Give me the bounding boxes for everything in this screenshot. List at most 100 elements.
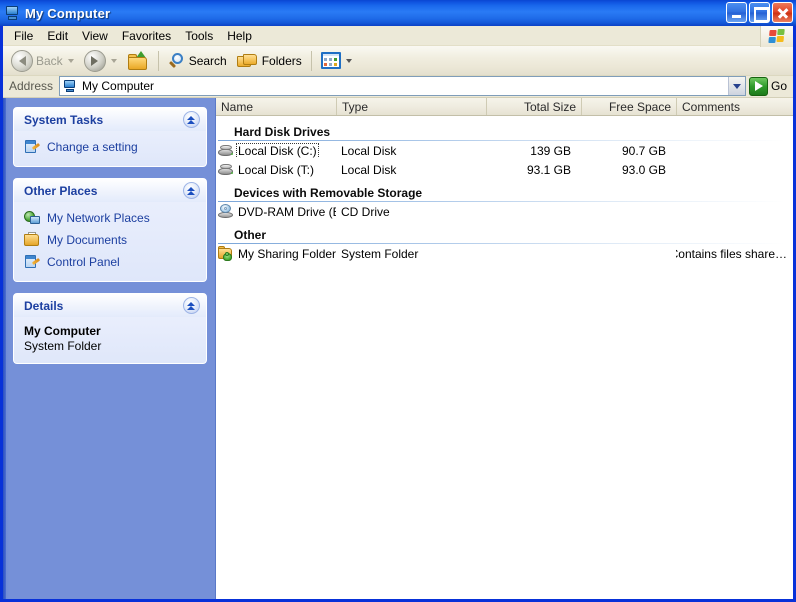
group-removable-storage: Devices with Removable Storage	[216, 186, 793, 202]
row-type: Local Disk	[341, 143, 397, 158]
panel-system-tasks-body: Change a setting	[14, 131, 206, 166]
row-type: CD Drive	[341, 204, 390, 219]
table-row[interactable]: DVD-RAM Drive (E:) CD Drive	[216, 202, 793, 221]
row-name-cell: My Sharing Folders	[216, 246, 336, 261]
title-bar: My Computer	[0, 0, 796, 26]
row-name: DVD-RAM Drive (E:)	[238, 204, 336, 219]
row-name: Local Disk (C:)	[236, 143, 319, 158]
address-bar: Address My Computer Go	[3, 76, 793, 98]
folders-button[interactable]: Folders	[232, 48, 307, 74]
group-hard-disk-drives-title: Hard Disk Drives	[234, 125, 331, 139]
toolbar: Back Search Folders	[3, 46, 793, 76]
toolbar-separator	[157, 50, 159, 71]
close-button[interactable]	[772, 2, 793, 23]
details-item-type: System Folder	[24, 339, 102, 353]
my-computer-icon	[63, 79, 78, 94]
control-panel-icon	[24, 254, 41, 270]
folders-icon	[236, 52, 259, 70]
link-my-network-places[interactable]: My Network Places	[24, 207, 200, 229]
column-header-free-space[interactable]: Free Space	[581, 98, 676, 115]
file-list-body: Hard Disk Drives Local Disk (C:) Local D…	[216, 116, 793, 599]
details-item-name: My Computer	[24, 324, 101, 338]
control-panel-icon	[24, 139, 41, 155]
menu-favorites[interactable]: Favorites	[115, 27, 178, 45]
go-button[interactable]: Go	[746, 76, 791, 96]
menu-file[interactable]: File	[7, 27, 40, 45]
cd-drive-icon	[218, 204, 234, 219]
address-label: Address	[9, 79, 54, 93]
address-input[interactable]: My Computer	[59, 76, 746, 96]
column-header-type[interactable]: Type	[336, 98, 486, 115]
row-total-size: 139 GB	[530, 143, 571, 158]
panel-other-places-body: My Network Places My Documents Control P…	[14, 202, 206, 281]
panel-system-tasks-header[interactable]: System Tasks	[14, 108, 206, 131]
panel-system-tasks-title: System Tasks	[24, 112, 104, 127]
menu-edit[interactable]: Edit	[40, 27, 75, 45]
back-arrow-icon	[11, 49, 33, 72]
row-name: My Sharing Folders	[238, 246, 336, 261]
column-header-name[interactable]: Name	[216, 98, 336, 115]
views-button[interactable]	[316, 48, 357, 74]
panel-details-header[interactable]: Details	[14, 294, 206, 317]
chevron-up-icon[interactable]	[183, 111, 200, 128]
panel-other-places: Other Places My Network Places My Docume…	[13, 178, 207, 282]
menu-help[interactable]: Help	[220, 27, 259, 45]
menu-bar: File Edit View Favorites Tools Help	[3, 26, 793, 47]
column-header-total-size[interactable]: Total Size	[486, 98, 581, 115]
panel-other-places-title: Other Places	[24, 183, 98, 198]
task-change-a-setting-label: Change a setting	[47, 140, 138, 154]
task-pane: System Tasks Change a setting Other Plac…	[3, 98, 216, 599]
shared-folder-icon	[218, 246, 234, 261]
window-client-area: File Edit View Favorites Tools Help Back	[0, 26, 796, 602]
minimize-button[interactable]	[726, 2, 747, 23]
group-other-title: Other	[234, 228, 267, 242]
row-type: System Folder	[341, 246, 419, 261]
link-my-network-places-label: My Network Places	[47, 211, 150, 225]
menu-tools[interactable]: Tools	[178, 27, 220, 45]
back-button[interactable]: Back	[6, 48, 79, 74]
file-list-view: Name Type Total Size Free Space Comments…	[216, 98, 793, 599]
chevron-down-icon	[732, 83, 741, 89]
task-change-a-setting[interactable]: Change a setting	[24, 136, 200, 158]
window-title: My Computer	[25, 5, 111, 21]
views-dropdown-icon[interactable]	[345, 58, 352, 63]
hard-disk-icon	[218, 143, 234, 158]
table-row[interactable]: Local Disk (C:) Local Disk 139 GB 90.7 G…	[216, 141, 793, 160]
file-list-header: Name Type Total Size Free Space Comments	[216, 98, 793, 116]
forward-arrow-icon	[83, 49, 106, 72]
network-places-icon	[24, 210, 41, 226]
search-button[interactable]: Search	[163, 48, 232, 74]
search-icon	[168, 52, 186, 70]
windows-flag-icon	[760, 26, 793, 47]
address-value: My Computer	[82, 79, 155, 93]
panel-details: Details My Computer System Folder	[13, 293, 207, 364]
search-button-label: Search	[188, 53, 227, 68]
link-control-panel[interactable]: Control Panel	[24, 251, 200, 273]
menu-view[interactable]: View	[75, 27, 115, 45]
row-type: Local Disk	[341, 162, 397, 177]
chevron-up-icon[interactable]	[183, 297, 200, 314]
panel-other-places-header[interactable]: Other Places	[14, 179, 206, 202]
back-dropdown-icon[interactable]	[67, 58, 74, 63]
table-row[interactable]: Local Disk (T:) Local Disk 93.1 GB 93.0 …	[216, 160, 793, 179]
panel-system-tasks: System Tasks Change a setting	[13, 107, 207, 167]
forward-button[interactable]	[79, 48, 122, 74]
group-hard-disk-drives: Hard Disk Drives	[216, 125, 793, 141]
group-other: Other	[216, 228, 793, 244]
row-comments: Contains files share…	[676, 246, 787, 261]
link-my-documents[interactable]: My Documents	[24, 229, 200, 251]
table-row[interactable]: My Sharing Folders System Folder Contain…	[216, 244, 793, 263]
hard-disk-icon	[218, 162, 234, 177]
forward-dropdown-icon[interactable]	[110, 58, 117, 63]
maximize-button[interactable]	[749, 2, 770, 23]
go-arrow-icon	[748, 76, 768, 96]
address-dropdown-button[interactable]	[727, 77, 745, 95]
go-button-label: Go	[770, 79, 787, 93]
my-computer-icon	[4, 5, 21, 22]
up-button[interactable]	[122, 48, 154, 74]
column-header-comments[interactable]: Comments	[676, 98, 793, 115]
folders-button-label: Folders	[261, 53, 302, 68]
my-documents-icon	[24, 232, 41, 248]
chevron-up-icon[interactable]	[183, 182, 200, 199]
link-control-panel-label: Control Panel	[47, 255, 120, 269]
